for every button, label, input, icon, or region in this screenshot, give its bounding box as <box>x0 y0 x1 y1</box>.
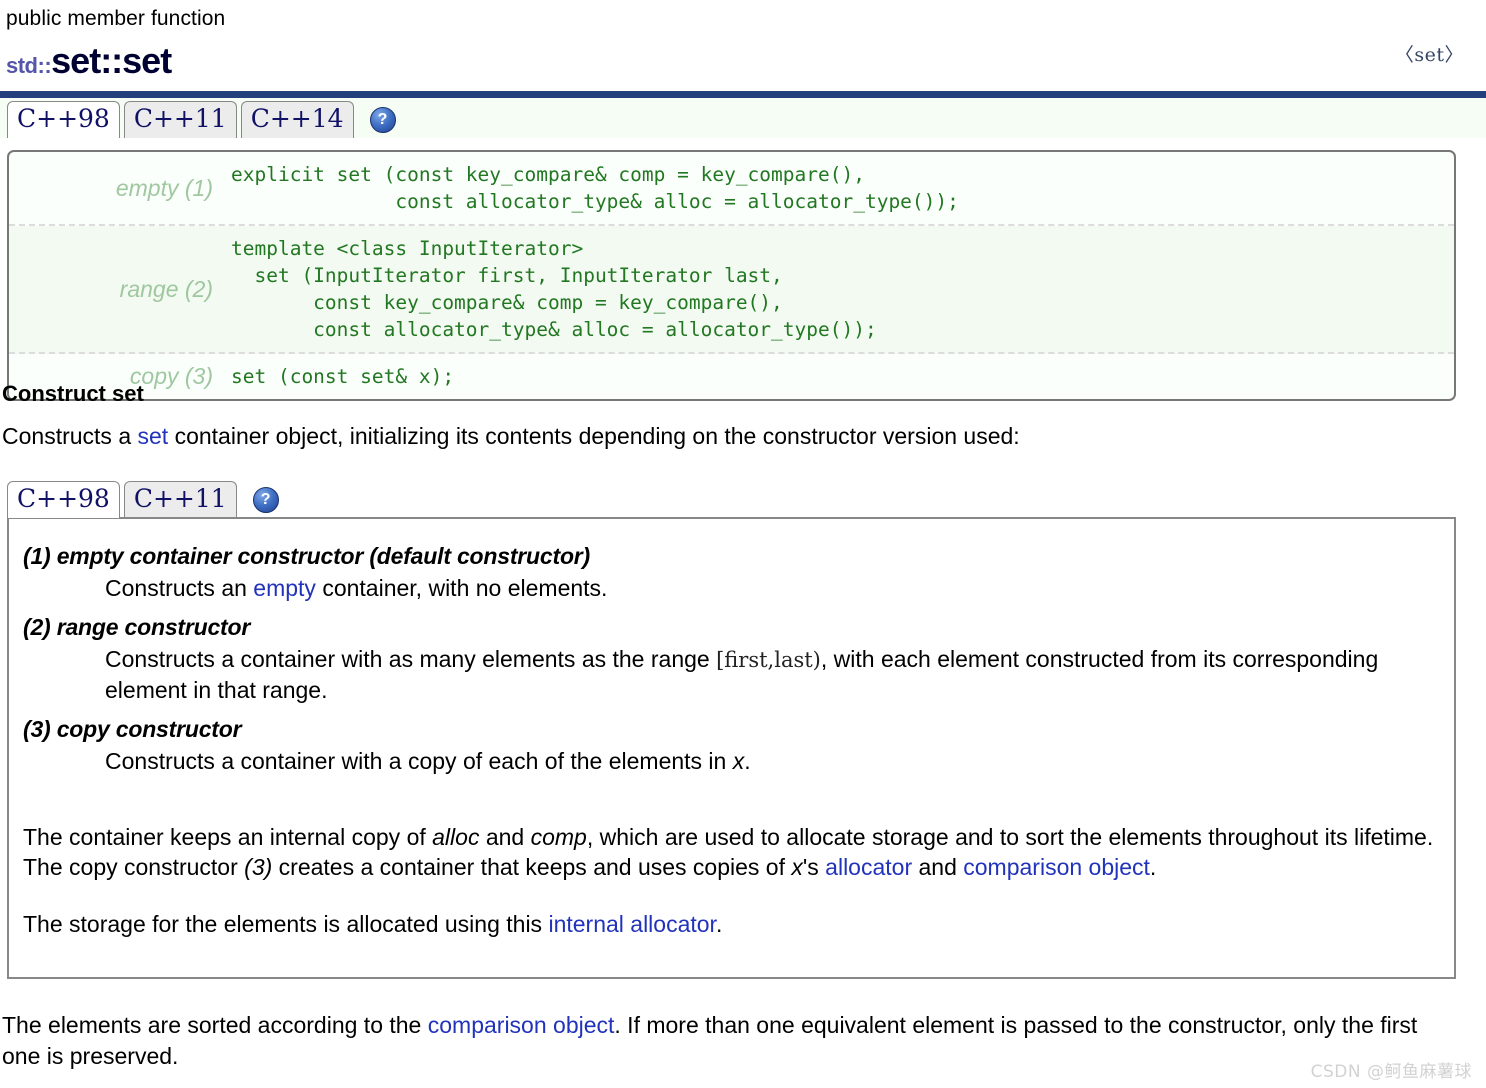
page-kicker: public member function <box>6 7 226 30</box>
section-intro-after: container object, initializing its conte… <box>168 423 1020 449</box>
signature-panel: empty (1) explicit set (const key_compar… <box>7 150 1456 401</box>
signature-code-range: template <class InputIterator> set (Inpu… <box>231 237 877 341</box>
text-run: Constructs a container with as many elem… <box>105 646 717 672</box>
text-run: 's <box>802 854 826 880</box>
title-symbol: set::set <box>51 40 172 81</box>
signature-row-range: range (2) template <class InputIterator>… <box>9 226 1454 354</box>
link-internal-allocator[interactable]: internal allocator <box>548 911 716 937</box>
text-run: The copy constructor <box>23 854 245 880</box>
text-run: and <box>912 854 964 880</box>
text-run: . <box>1149 854 1157 880</box>
notes-block: The container keeps an internal copy of … <box>23 822 1440 939</box>
signature-label-range: range (2) <box>119 275 213 302</box>
var-comp: comp <box>530 824 587 850</box>
constructor-body-range: Constructs a container with as many elem… <box>23 644 1440 705</box>
text-run: . <box>744 748 751 774</box>
constructor-title-range: (2) range constructor <box>23 614 251 640</box>
var-alloc: alloc <box>432 824 480 850</box>
note-paragraph-1: The container keeps an internal copy of … <box>23 822 1440 852</box>
signature-row-copy: copy (3) set (const set& x); <box>9 354 1454 399</box>
tab-cpp98-signature[interactable]: C++98 <box>7 101 120 140</box>
constructor-body-empty: Constructs an empty container, with no e… <box>23 573 1440 603</box>
signature-row-empty: empty (1) explicit set (const key_compar… <box>9 152 1454 226</box>
signature-tabstrip: C++98 C++11 C++14 ? <box>0 98 1486 140</box>
header-divider-rule <box>0 91 1486 98</box>
constructor-body-copy: Constructs a container with a copy of ea… <box>23 746 1440 776</box>
trailing-paragraph: The elements are sorted according to the… <box>2 1010 1442 1072</box>
help-question-icon[interactable]: ? <box>369 107 396 133</box>
tab-cpp11-description[interactable]: C++11 <box>123 481 237 518</box>
section-intro: Constructs a set container object, initi… <box>2 420 1020 452</box>
include-header-link[interactable]: 〈set〉 <box>1395 40 1464 67</box>
description-panel: (1) empty container constructor (default… <box>7 517 1456 979</box>
section-intro-link-set[interactable]: set <box>138 423 169 449</box>
text-run: container, with no elements. <box>315 575 608 601</box>
description-tabstrip: C++98 C++11 ? <box>0 478 1486 518</box>
text-run: Constructs a container with a copy of ea… <box>105 748 733 774</box>
tab-cpp98-description[interactable]: C++98 <box>7 481 120 518</box>
link-allocator[interactable]: allocator <box>825 854 912 880</box>
text-run: . <box>715 911 723 937</box>
text-run: The storage for the elements is allocate… <box>23 911 549 937</box>
text-run: , which are used to allocate storage and… <box>586 824 1434 850</box>
signature-code-empty: explicit set (const key_compare& comp = … <box>231 163 959 213</box>
link-comparison-object[interactable]: comparison object <box>428 1012 615 1038</box>
overload-ref-3: (3) <box>244 854 273 880</box>
csdn-watermark: CSDN @鲄鱼麻薯球 <box>1310 1062 1472 1082</box>
note-paragraph-3: The storage for the elements is allocate… <box>23 909 1440 939</box>
constructor-title-copy: (3) copy constructor <box>23 716 242 742</box>
section-heading: Construct set <box>2 381 144 406</box>
tab-cpp14-signature[interactable]: C++14 <box>240 101 354 138</box>
text-run: creates a container that keeps and uses … <box>272 854 792 880</box>
title-namespace: std:: <box>6 53 52 78</box>
help-question-icon[interactable]: ? <box>252 487 279 513</box>
var-x: x <box>791 854 803 880</box>
signature-label-empty: empty (1) <box>115 174 213 201</box>
link-empty[interactable]: empty <box>253 575 316 601</box>
note-paragraph-2: The copy constructor (3) creates a conta… <box>23 852 1440 882</box>
text-run: Constructs an <box>105 575 254 601</box>
var-x: x <box>732 748 745 774</box>
page-title: std::set::set <box>6 40 1458 84</box>
text-run: The container keeps an internal copy of <box>23 824 433 850</box>
link-comparison-object[interactable]: comparison object <box>963 854 1150 880</box>
text-run: and <box>479 824 531 850</box>
signature-code-copy: set (const set& x); <box>231 365 455 388</box>
tab-cpp11-signature[interactable]: C++11 <box>123 101 237 138</box>
text-run: The elements are sorted according to the <box>2 1012 428 1038</box>
code-range-notation: [first,last) <box>716 648 821 672</box>
constructor-title-empty: (1) empty container constructor (default… <box>23 543 591 569</box>
section-intro-before: Constructs a <box>2 423 138 449</box>
